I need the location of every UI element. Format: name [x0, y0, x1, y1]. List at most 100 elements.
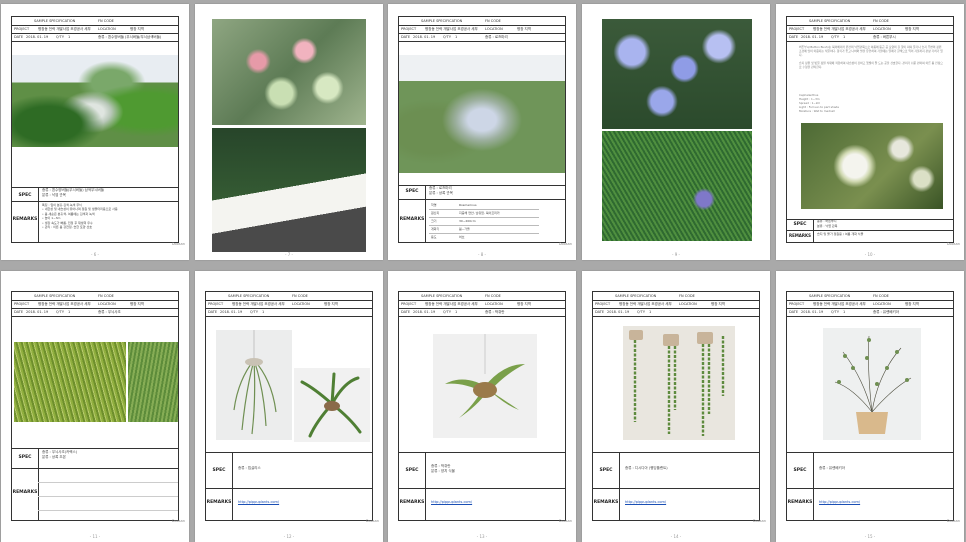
- location-label: LOCATION: [98, 27, 116, 31]
- project-label: PROJECT: [208, 302, 224, 306]
- document-preview: { "header": { "title_label": "SAMPLE SPE…: [0, 0, 966, 542]
- spec-sheet: SAMPLE SPECIFICATION FN CODE PROJECT 평창동…: [11, 291, 179, 521]
- spec-sheet: SAMPLE SPECIFICATION FN CODE PROJECT 평창동…: [205, 291, 373, 521]
- date-value: 2018. 01. 19: [220, 310, 243, 314]
- project-label: PROJECT: [401, 302, 417, 306]
- qty-value: 1: [649, 310, 652, 314]
- doc-page-9[interactable]: - 9 -: [582, 4, 770, 260]
- location-value: 평창 지역: [711, 302, 725, 306]
- qty-label: Q'TY: [831, 35, 839, 39]
- date-value: 2018. 01. 19: [801, 35, 824, 39]
- page-number: - 6 -: [91, 252, 99, 257]
- project-value: 평창동 전략 개발사업 조경공사 세부: [813, 302, 866, 306]
- table-key: 개화기: [431, 227, 440, 231]
- title-label: SAMPLE SPECIFICATION: [615, 294, 657, 298]
- date-value: 2018. 01. 19: [607, 310, 630, 314]
- table-key: 원산지: [431, 211, 440, 215]
- doc-page-10[interactable]: SAMPLE SPECIFICATION FN CODE PROJECT 평창동…: [776, 4, 964, 260]
- date-value: 2018. 01. 19: [801, 310, 824, 314]
- spec-text: 종류 : 로즈마리 분류 : 상록 관목: [429, 186, 453, 195]
- code-label: FN CODE: [98, 19, 114, 23]
- date-label: DATE: [208, 310, 218, 314]
- spec-label: SPEC: [405, 189, 419, 194]
- supplier-link[interactable]: http://pippuplants.com/: [625, 500, 666, 504]
- willow-leaf-photo: [212, 19, 366, 125]
- date-value: 2018. 01. 19: [26, 310, 49, 314]
- supplier-link[interactable]: http://pippuplants.com/: [431, 500, 472, 504]
- code-label: FN CODE: [292, 294, 308, 298]
- remarks-text: 습지 및 물가 정원용 / 여름 개화 식물: [817, 232, 864, 236]
- spec-sheet: SAMPLE SPECIFICATION FN CODE PROJECT 평창동…: [398, 291, 566, 521]
- project-value: 평창동 전략 개발사업 조경공사 세부: [619, 302, 672, 306]
- table-value: 지중해 연안, 남유럽, 북아프리카: [459, 211, 500, 215]
- spec-label: SPEC: [793, 468, 807, 473]
- qty-label: Q'TY: [56, 310, 64, 314]
- plant-name: 종류 : 흰수양버들 (무늬버들/무늬삼색버들): [98, 35, 162, 39]
- plant-name: 종류 : 무늬사초: [98, 310, 121, 314]
- qty-value: 1: [843, 310, 846, 314]
- fishbone-plant-illustration: [300, 372, 362, 438]
- doc-page-7[interactable]: - 7 -: [195, 4, 383, 260]
- location-value: 평창 지역: [905, 27, 919, 31]
- title-label: SAMPLE SPECIFICATION: [421, 294, 463, 298]
- qty-label: Q'TY: [250, 310, 258, 314]
- date-value: 2018. 01. 19: [26, 35, 49, 39]
- table-key: 학명: [431, 203, 437, 207]
- remarks-label: REMARKS: [12, 217, 38, 222]
- location-label: LOCATION: [292, 302, 310, 306]
- hanging-string-plants-photo: [623, 326, 735, 440]
- qty-value: 1: [455, 310, 458, 314]
- rhipsalis-photo: [216, 330, 292, 440]
- doc-page-6[interactable]: SAMPLE SPECIFICATION FN CODE PROJECT 평창동…: [1, 4, 189, 260]
- spec-sheet: SAMPLE SPECIFICATION FN CODE PROJECT 평창동…: [398, 16, 566, 243]
- date-value: 2018. 01. 19: [413, 310, 436, 314]
- date-label: DATE: [401, 310, 411, 314]
- doc-page-15[interactable]: SAMPLE SPECIFICATION FN CODE PROJECT 평창동…: [776, 271, 964, 542]
- supplier-link[interactable]: http://pippuplants.com/: [819, 500, 860, 504]
- location-label: LOCATION: [485, 27, 503, 31]
- title-label: SAMPLE SPECIFICATION: [421, 19, 463, 23]
- qty-label: Q'TY: [637, 310, 645, 314]
- location-value: 평창 지역: [905, 302, 919, 306]
- button-bush-photo: [801, 123, 943, 209]
- page-number: - 14 -: [670, 534, 682, 539]
- project-value: 평창동 전략 개발사업 조경공사 세부: [38, 27, 91, 31]
- title-label: SAMPLE SPECIFICATION: [809, 19, 851, 23]
- location-value: 평창 지역: [130, 27, 144, 31]
- date-label: DATE: [789, 35, 799, 39]
- date-label: DATE: [14, 35, 24, 39]
- location-label: LOCATION: [98, 302, 116, 306]
- page-number: - 9 -: [672, 252, 680, 257]
- code-label: FN CODE: [485, 294, 501, 298]
- project-value: 평창동 전략 개발사업 조경공사 세부: [425, 302, 478, 306]
- spec-sheet: SAMPLE SPECIFICATION FN CODE PROJECT 평창동…: [786, 16, 954, 243]
- project-label: PROJECT: [789, 27, 805, 31]
- project-label: PROJECT: [595, 302, 611, 306]
- sedge-grass-photo: [14, 342, 126, 422]
- code-label: FN CODE: [873, 19, 889, 23]
- date-label: DATE: [401, 35, 411, 39]
- plant-facts: Cephalanthus Height : 1~3m Spread : 1~2m…: [799, 93, 840, 113]
- doc-page-8[interactable]: SAMPLE SPECIFICATION FN CODE PROJECT 평창동…: [388, 4, 576, 260]
- page-number: - 12 -: [283, 534, 295, 539]
- qty-value: 1: [455, 35, 458, 39]
- doc-page-13[interactable]: SAMPLE SPECIFICATION FN CODE PROJECT 평창동…: [388, 271, 576, 542]
- doc-page-14[interactable]: SAMPLE SPECIFICATION FN CODE PROJECT 평창동…: [582, 271, 770, 542]
- spec-sheet: SAMPLE SPECIFICATION FN CODE PROJECT 평창동…: [592, 291, 760, 521]
- supplier-link[interactable]: http://pippuplants.com/: [238, 500, 279, 504]
- date-value: 2018. 01. 19: [413, 35, 436, 39]
- location-value: 평창 지역: [130, 302, 144, 306]
- doc-page-11[interactable]: SAMPLE SPECIFICATION FN CODE PROJECT 평창동…: [1, 271, 189, 542]
- plant-name: 종류 : 뮤렌베키아: [873, 310, 899, 314]
- title-label: SAMPLE SPECIFICATION: [34, 294, 76, 298]
- spec-text: 종류 : 립살리스: [238, 466, 261, 470]
- project-label: PROJECT: [401, 27, 417, 31]
- doc-page-12[interactable]: SAMPLE SPECIFICATION FN CODE PROJECT 평창동…: [195, 271, 383, 542]
- muehlenbeckia-photo: [823, 328, 921, 440]
- brand-mark: Doosan: [365, 519, 379, 523]
- fishbone-cactus-photo: [294, 368, 370, 442]
- table-value: 30~200cm: [459, 219, 476, 223]
- project-label: PROJECT: [14, 302, 30, 306]
- rosemary-flower-photo: [602, 19, 752, 129]
- code-label: FN CODE: [485, 19, 501, 23]
